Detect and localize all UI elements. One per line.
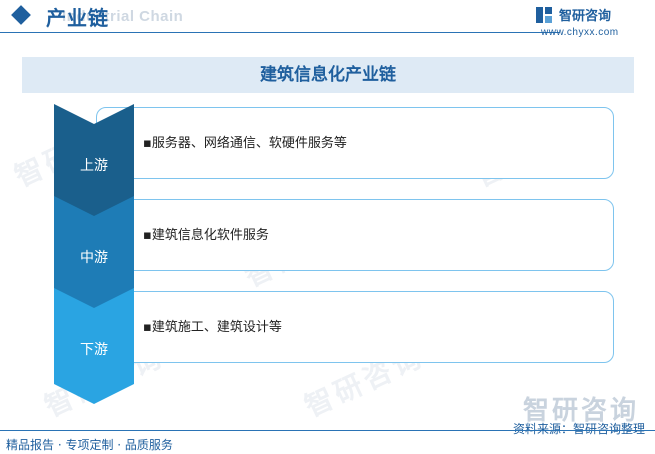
- footer-slogan: 精品报告 · 专项定制 · 品质服务: [6, 438, 173, 452]
- stage-label-downstream: 下游: [80, 342, 108, 358]
- stage-label-midstream: 中游: [80, 250, 108, 266]
- stage-label-upstream: 上游: [80, 158, 108, 174]
- chain-arrows: [54, 104, 134, 404]
- source-note: 资料来源：智研咨询整理: [512, 422, 645, 436]
- footer-divider: [0, 430, 655, 431]
